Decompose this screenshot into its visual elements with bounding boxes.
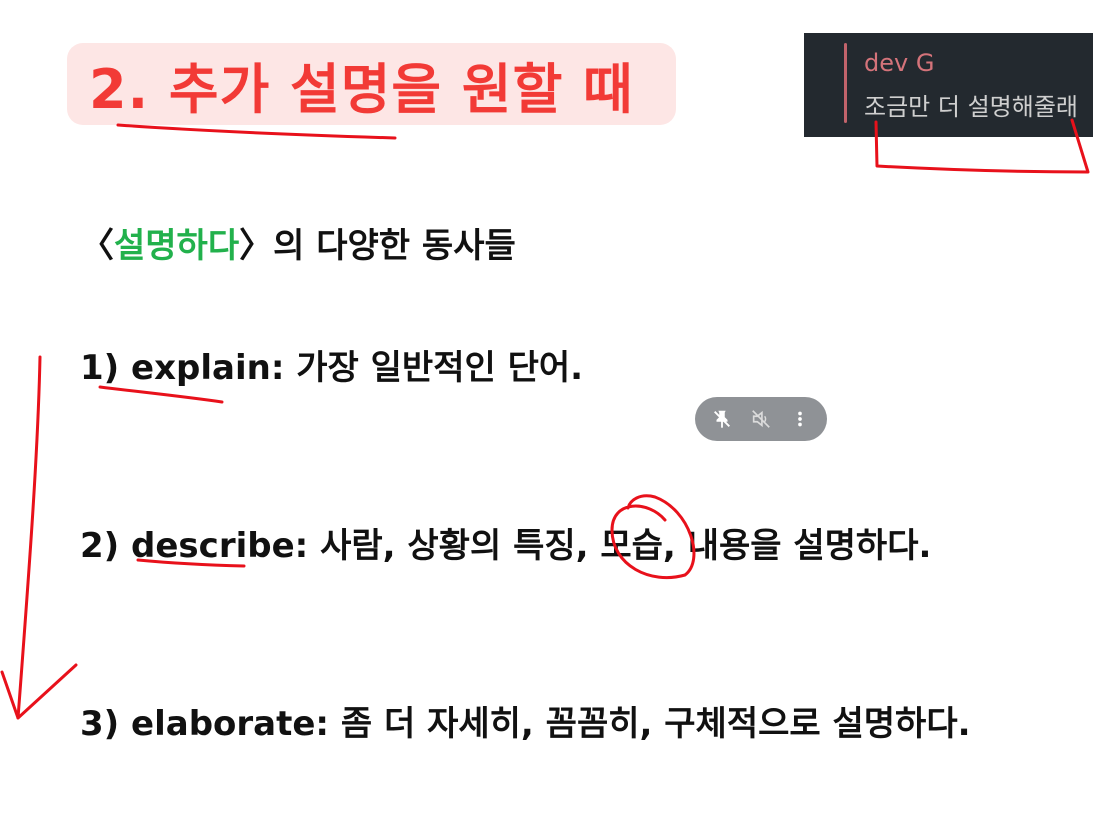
subtitle: 〈설명하다〉의 다양한 동사들 [80, 218, 516, 267]
chat-message-overlay: dev G 조금만 더 설명해줄래 [804, 33, 1093, 137]
chat-message-text: 조금만 더 설명해줄래 [864, 93, 1078, 121]
subtitle-prefix: 〈 [80, 226, 114, 266]
mute-button[interactable] [745, 403, 777, 435]
unpin-button[interactable] [706, 403, 738, 435]
more-options-icon [797, 411, 802, 427]
more-options-button[interactable] [784, 403, 816, 435]
section-title: 2. 추가 설명을 원할 때 [89, 57, 634, 121]
chat-username: dev G [864, 49, 935, 77]
media-control-pill [695, 397, 827, 441]
list-item-elaborate: 3) elaborate: 좀 더 자세히, 꼼꼼히, 구체적으로 설명하다. [80, 704, 971, 744]
list-item-explain: 1) explain: 가장 일반적인 단어. [80, 348, 584, 388]
section-title-box: 2. 추가 설명을 원할 때 [67, 43, 676, 125]
title-underline [116, 123, 397, 140]
explain-underline [98, 385, 224, 404]
list-item-describe: 2) describe: 사람, 상황의 특징, 모습, 내용을 설명하다. [80, 526, 932, 566]
down-arrow [0, 355, 78, 720]
unpin-icon [714, 410, 731, 429]
chat-accent-bar [844, 43, 847, 123]
subtitle-suffix: 〉의 다양한 동사들 [239, 226, 516, 266]
volume-muted-icon [752, 410, 770, 428]
subtitle-highlight: 설명하다 [114, 226, 240, 266]
